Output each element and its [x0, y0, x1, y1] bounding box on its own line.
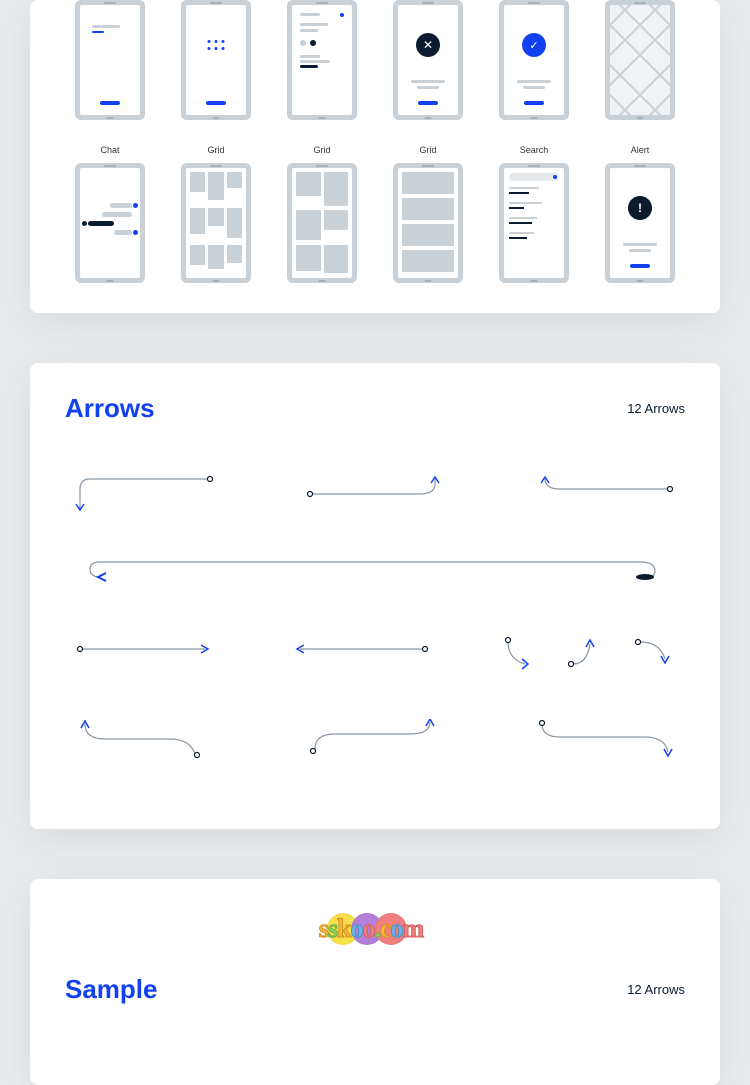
arrow-curve-up: [300, 474, 450, 514]
arrow-straight-left: [285, 634, 435, 674]
arrow-s-curve-3: [530, 719, 680, 759]
arrow-s-curve-2: [300, 719, 450, 759]
close-icon: ✕: [416, 33, 440, 57]
phone-item-login: [65, 0, 155, 120]
arrow-mini-down: [630, 634, 680, 674]
sample-card: sskoo.com Sample 12 Arrows: [30, 879, 720, 1085]
checkmark-icon: ✓: [522, 33, 546, 57]
phone-item-grid-1: Grid: [171, 145, 261, 283]
arrow-mini-down-right: [500, 634, 550, 674]
sample-header: Sample 12 Arrows: [65, 974, 685, 1005]
phone-item-loading: [171, 0, 261, 120]
phone-label: Alert: [631, 145, 650, 155]
alert-icon: !: [628, 196, 652, 220]
map-icon: [610, 5, 670, 115]
phone-label: Grid: [313, 145, 330, 155]
sample-subtitle: 12 Arrows: [627, 982, 685, 997]
arrow-mini-up: [565, 634, 615, 674]
arrows-subtitle: 12 Arrows: [627, 401, 685, 416]
phone-label: Chat: [100, 145, 119, 155]
phone-label: Grid: [419, 145, 436, 155]
arrows-header: Arrows 12 Arrows: [65, 393, 685, 424]
phone-row-1: ✕ ✓: [65, 0, 685, 120]
phones-card: ✕ ✓: [30, 0, 720, 313]
phone-item-close: ✕: [383, 0, 473, 120]
phone-item-search: Search: [489, 145, 579, 283]
phone-item-success: ✓: [489, 0, 579, 120]
watermark-logo: sskoo.com: [65, 909, 685, 949]
arrow-curve-right: [530, 474, 680, 514]
arrows-grid: [65, 464, 685, 799]
phone-item-list: [277, 0, 367, 120]
phone-label: Search: [520, 145, 549, 155]
phone-label: Grid: [207, 145, 224, 155]
phone-row-2: Chat Grid Grid: [65, 145, 685, 283]
arrow-curve-left: [70, 474, 220, 514]
phone-item-alert: Alert !: [595, 145, 685, 283]
phone-item-grid-3: Grid: [383, 145, 473, 283]
arrow-long-span: [70, 559, 680, 594]
sample-title: Sample: [65, 974, 158, 1005]
phone-item-map: [595, 0, 685, 120]
arrows-title: Arrows: [65, 393, 155, 424]
phone-item-chat: Chat: [65, 145, 155, 283]
arrow-straight-right: [70, 634, 220, 674]
arrows-card: Arrows 12 Arrows: [30, 363, 720, 829]
phone-item-grid-2: Grid: [277, 145, 367, 283]
arrow-s-curve-1: [70, 719, 220, 759]
